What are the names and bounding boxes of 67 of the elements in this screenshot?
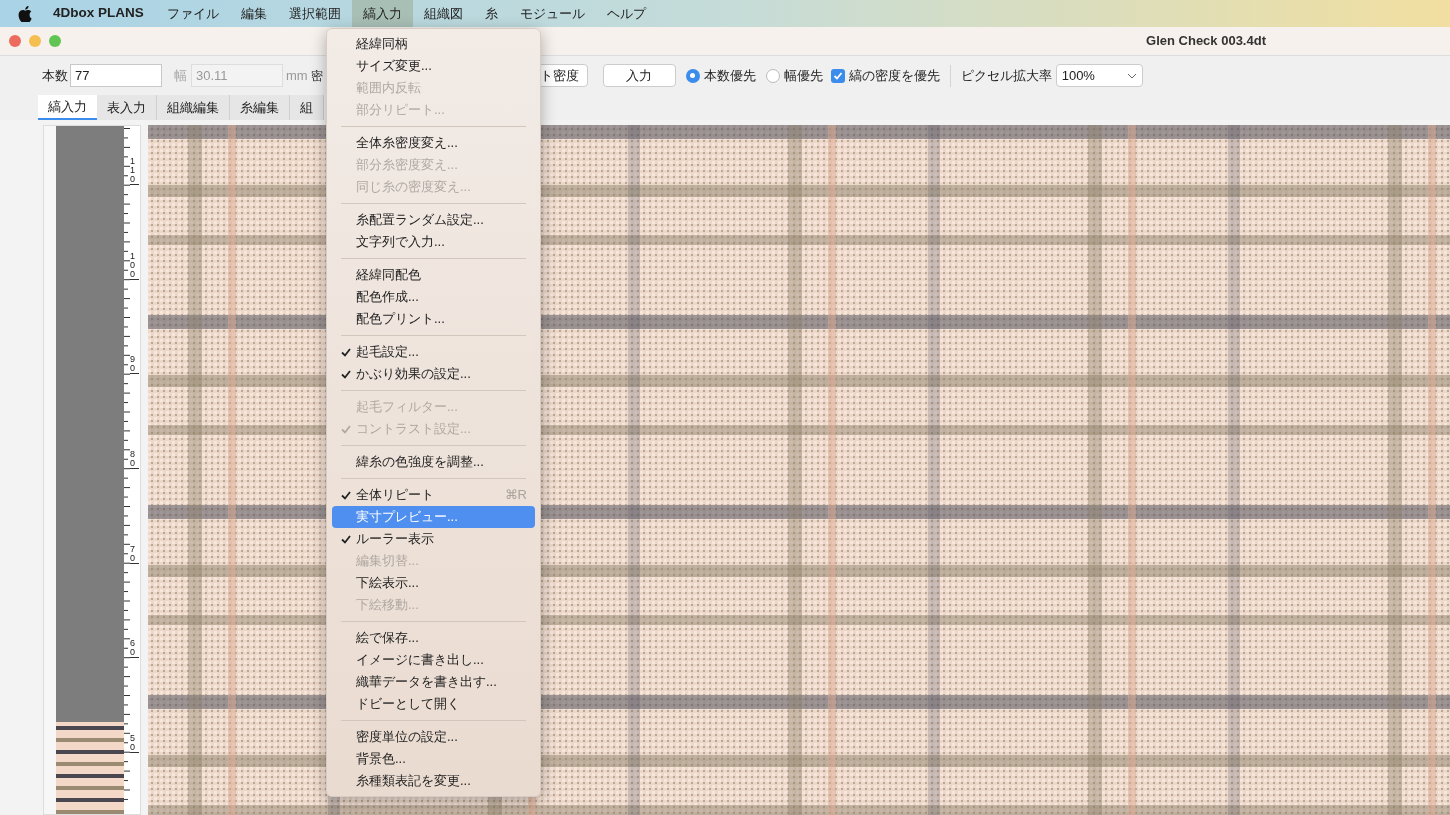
input-button[interactable]: 入力 (602, 64, 676, 87)
menu-item[interactable]: ドビーとして開く (332, 693, 535, 715)
menu-bar-item[interactable]: 編集 (229, 0, 278, 27)
menu-item[interactable]: イメージに書き出し... (332, 649, 535, 671)
close-button[interactable] (9, 35, 21, 47)
minimize-button[interactable] (29, 35, 41, 47)
menu-item[interactable]: 経緯同配色 (332, 264, 535, 286)
tab[interactable]: 組 (290, 95, 324, 120)
menu-item[interactable]: 配色作成... (332, 286, 535, 308)
menu-item[interactable]: 織華データを書き出す... (332, 671, 535, 693)
menu-bar-item[interactable]: 縞入力 (351, 0, 413, 27)
ruler-label: 70 (130, 545, 139, 564)
menu-item[interactable]: 経緯同柄 (332, 33, 535, 55)
apple-icon[interactable] (18, 5, 32, 22)
radio-label: 本数優先 (703, 66, 756, 85)
zoom-select[interactable]: 100% (1055, 64, 1143, 87)
app-name[interactable]: 4Dbox PLANS (53, 3, 144, 24)
unit-label: mm (286, 66, 308, 85)
menu-bar-item[interactable]: モジュール (508, 0, 596, 27)
zoom-label: ピクセル拡大率 (960, 66, 1052, 85)
check-icon (341, 369, 351, 379)
menu-item[interactable]: かぶり効果の設定... (332, 363, 535, 385)
radio-button[interactable] (685, 68, 700, 83)
menu-item[interactable]: 密度単位の設定... (332, 726, 535, 748)
count-field[interactable]: 77 (70, 64, 162, 87)
ruler-label: 80 (130, 450, 139, 469)
menu-item[interactable]: 下絵表示... (332, 572, 535, 594)
menu-bar-item[interactable]: ヘルプ (595, 0, 657, 27)
menu-item[interactable]: 糸配置ランダム設定... (332, 209, 535, 231)
density-label: 密 (310, 67, 323, 85)
tab[interactable]: 組織編集 (157, 95, 230, 120)
ruler-label: 110 (130, 157, 139, 185)
ruler-label: 90 (130, 355, 139, 374)
menu-item[interactable]: 絵で保存... (332, 627, 535, 649)
menu-item[interactable]: 全体リピート ⌘R (332, 484, 535, 506)
menu-item[interactable]: 全体糸密度変え... (332, 132, 535, 154)
ruler-label: 50 (130, 734, 139, 753)
tab[interactable]: 糸編集 (230, 95, 290, 120)
shortcut-label: ⌘R (504, 486, 527, 505)
menu-item[interactable]: ルーラー表示 (332, 528, 535, 550)
tab[interactable]: 表入力 (97, 95, 157, 120)
width-label: 幅 (174, 66, 187, 85)
radio-button[interactable] (765, 68, 780, 83)
menu-bar-item[interactable]: 組織図 (412, 0, 474, 27)
menu-bar-item[interactable]: ファイル (155, 0, 230, 27)
menu-item[interactable]: 配色プリント... (332, 308, 535, 330)
check-icon (341, 347, 351, 357)
tab[interactable]: 縞入力 (38, 95, 97, 120)
checkbox[interactable] (830, 68, 845, 83)
menu-bar-item[interactable]: 選択範囲 (277, 0, 352, 27)
ruler-label: 60 (130, 639, 139, 658)
check-icon (341, 490, 351, 500)
check-icon (341, 534, 351, 544)
window-title: Glen Check 003.4dt (1146, 32, 1266, 51)
count-label: 本数 (42, 66, 68, 85)
zoom-button[interactable] (49, 35, 61, 47)
chevron-down-icon (1126, 72, 1137, 79)
radio-label: 幅優先 (783, 66, 823, 85)
menu-item[interactable]: 緯糸の色強度を調整... (332, 451, 535, 473)
menu-item[interactable]: 糸種類表記を変更... (332, 770, 535, 792)
menu-bar-item[interactable]: 糸 (473, 0, 509, 27)
menu-item[interactable]: 起毛設定... (332, 341, 535, 363)
menu-item[interactable]: 背景色... (332, 748, 535, 770)
checkbox-label: 縞の密度を優先 (848, 66, 940, 85)
menu-item[interactable]: 文字列で入力... (332, 231, 535, 253)
check-icon (341, 424, 351, 434)
ruler-label: 100 (130, 252, 139, 280)
